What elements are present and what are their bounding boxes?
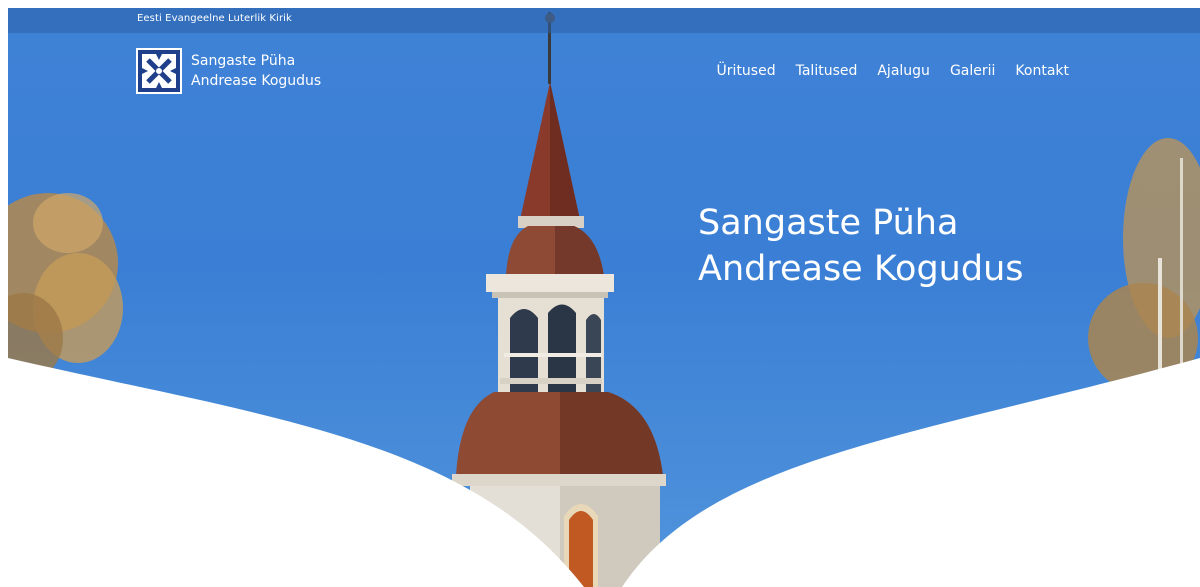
hero-background-image <box>8 12 1200 587</box>
hero-section: Eesti Evangeelne Luterlik Kirik Sangaste… <box>8 8 1200 587</box>
nav-item-uritused[interactable]: Üritused <box>717 63 776 79</box>
logo-cross-graphic <box>142 54 176 88</box>
page-frame: Eesti Evangeelne Luterlik Kirik Sangaste… <box>8 8 1200 587</box>
left-tree-image <box>8 193 123 383</box>
main-navigation: Üritused Talitused Ajalugu Galerii Konta… <box>717 63 1069 79</box>
nav-item-galerii[interactable]: Galerii <box>950 63 995 79</box>
hero-title: Sangaste Püha Andrease Kogudus <box>698 200 1024 292</box>
logo-line-2: Andrease Kogudus <box>191 73 322 89</box>
andrew-cross-logo-icon[interactable] <box>136 48 182 94</box>
nav-item-ajalugu[interactable]: Ajalugu <box>877 63 930 79</box>
nav-item-talitused[interactable]: Talitused <box>796 63 858 79</box>
hero-title-line-2: Andrease Kogudus <box>698 249 1024 289</box>
site-logo-text[interactable]: Sangaste Püha Andrease Kogudus <box>191 51 321 91</box>
top-bar: Eesti Evangeelne Luterlik Kirik <box>8 8 1200 33</box>
church-affiliation-text: Eesti Evangeelne Luterlik Kirik <box>137 13 292 24</box>
nav-item-kontakt[interactable]: Kontakt <box>1015 63 1069 79</box>
hero-title-line-1: Sangaste Püha <box>698 203 959 243</box>
right-tree-image <box>1088 138 1200 398</box>
logo-line-1: Sangaste Püha <box>191 53 296 69</box>
